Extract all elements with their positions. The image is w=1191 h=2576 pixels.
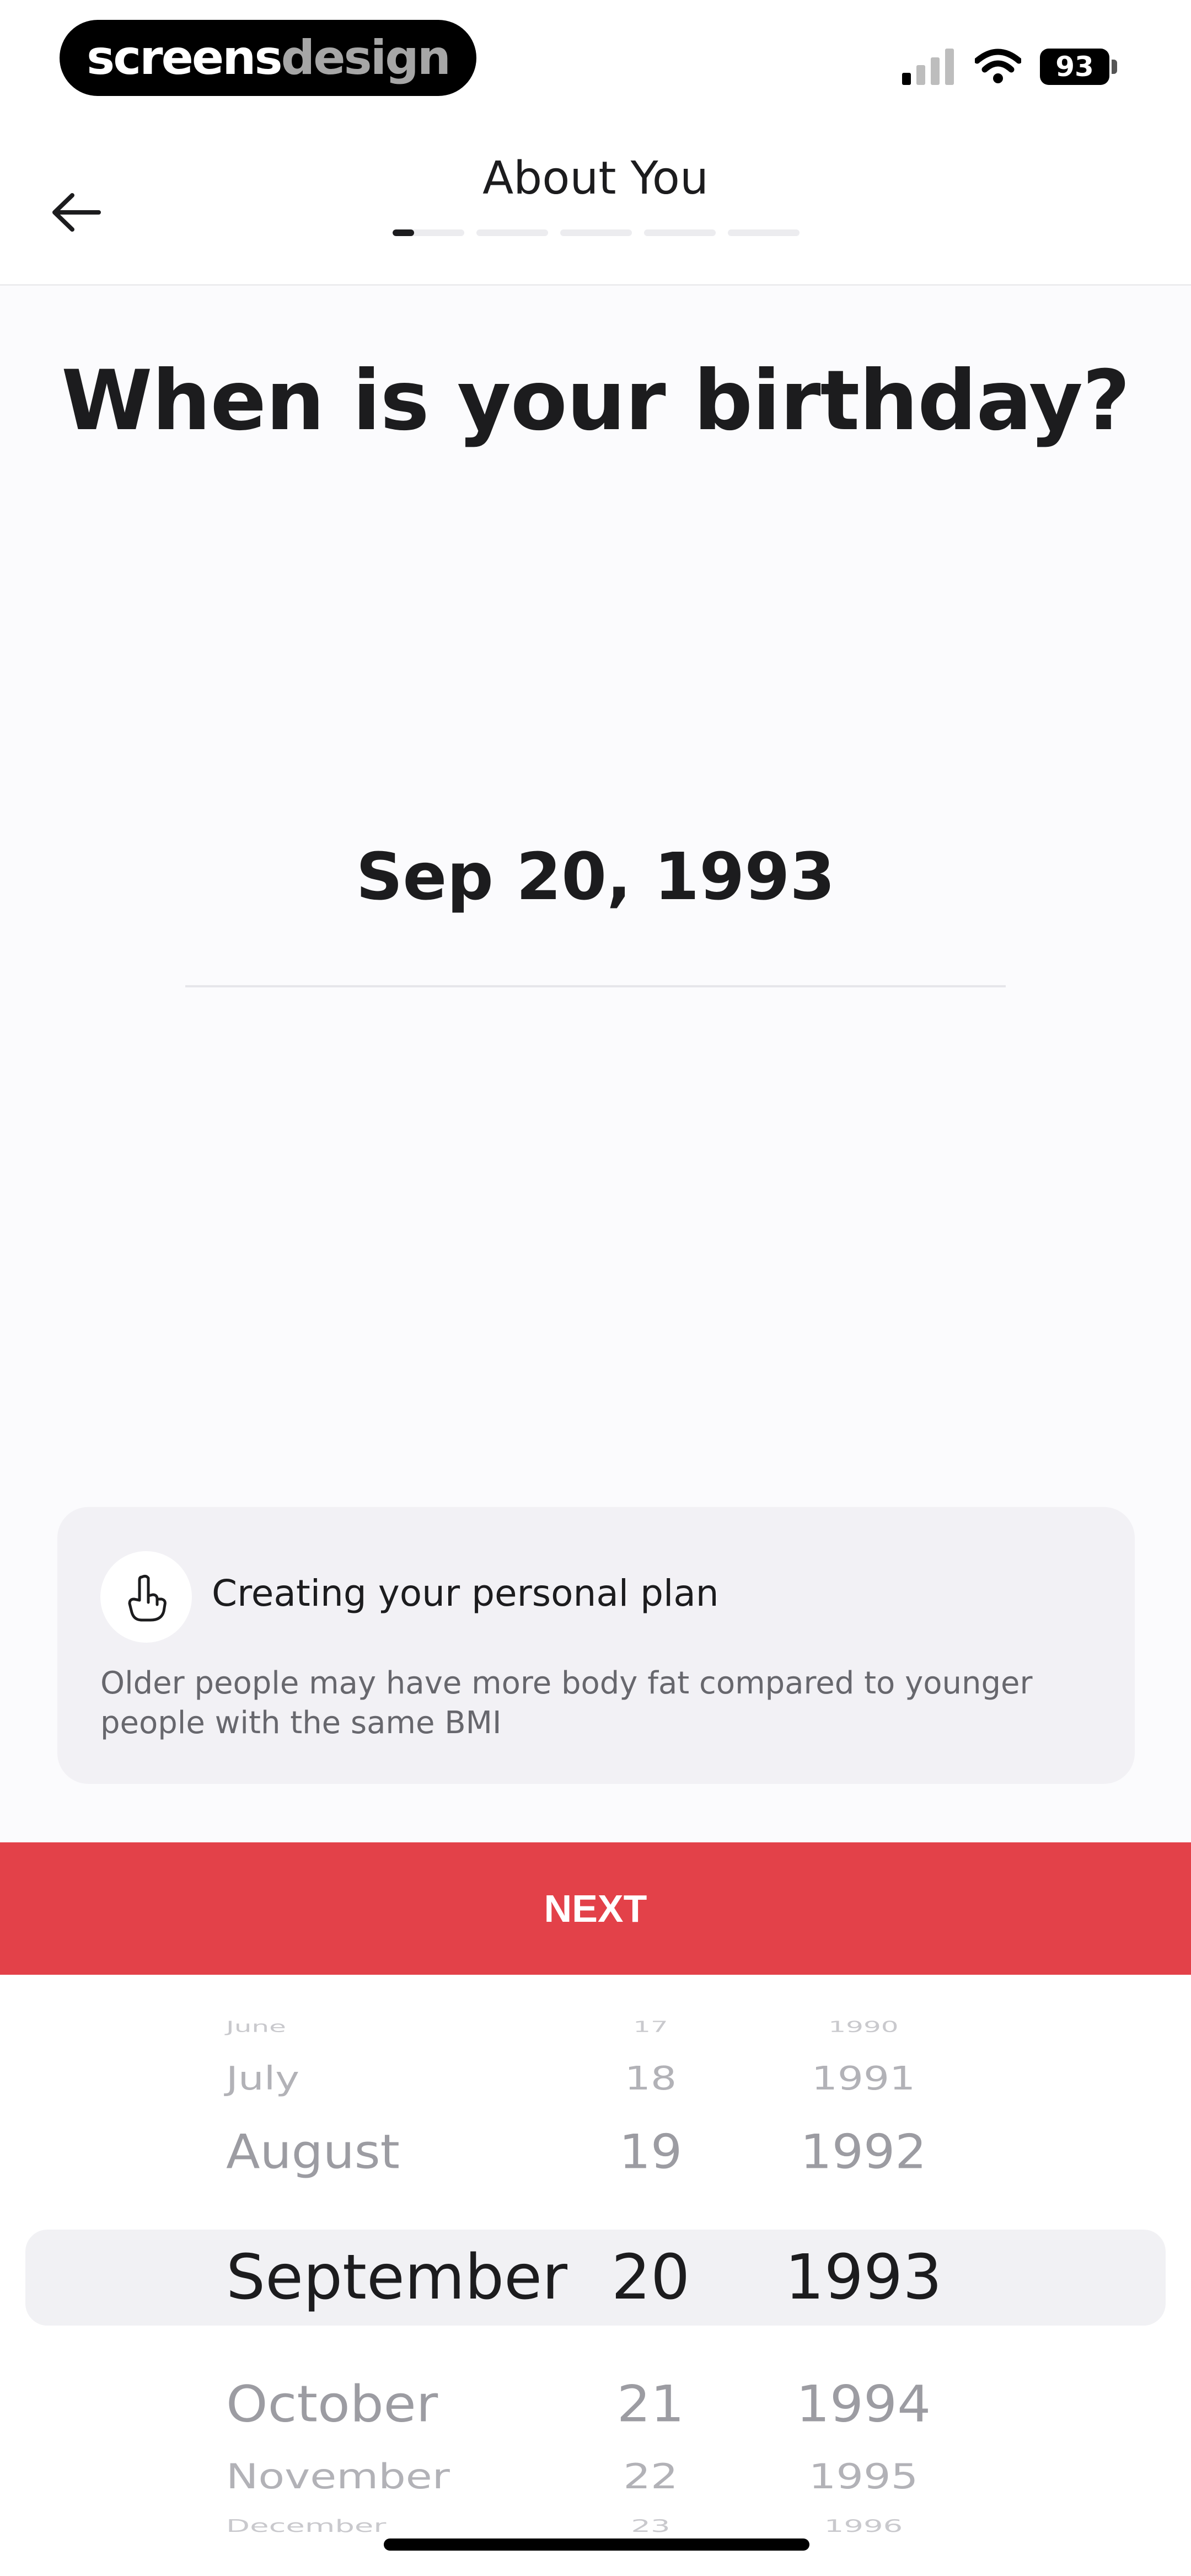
month-wheel-item[interactable]: October (226, 2379, 438, 2429)
year-wheel-item[interactable]: 1994 (698, 2379, 1029, 2429)
progress-segment (728, 229, 800, 236)
month-wheel-item[interactable]: August (226, 2129, 400, 2176)
month-wheel-item[interactable]: July (226, 2062, 299, 2094)
year-wheel-item[interactable]: 1996 (698, 2518, 1029, 2535)
status-bar: screens design 93 (0, 0, 1191, 110)
step-progress (393, 229, 800, 237)
month-wheel-item[interactable]: June (226, 2019, 286, 2034)
brand-logo: screens design (60, 20, 476, 96)
year-wheel-item[interactable]: 1995 (698, 2460, 1029, 2494)
date-underline (185, 985, 1006, 987)
progress-segment (560, 229, 632, 236)
tip-title: Creating your personal plan (212, 1572, 719, 1615)
tip-icon-circle (100, 1551, 192, 1643)
pointing-hand-icon (128, 1574, 167, 1622)
cellular-signal-icon (902, 49, 954, 85)
brand-text-primary: screens (87, 30, 283, 85)
year-wheel-item[interactable]: 1990 (698, 2019, 1029, 2034)
date-picker[interactable]: June July August September October November De… (0, 1975, 1191, 2576)
progress-segment (644, 229, 716, 236)
brand-text-secondary: design (281, 30, 451, 85)
tip-body: Older people may have more body fat comp… (100, 1665, 1033, 1741)
birthday-screen: screens design 93 About You When is your … (0, 0, 1191, 2576)
page-title: About You (482, 152, 709, 205)
year-wheel-item[interactable]: 1993 (698, 2247, 1029, 2308)
progress-segment (476, 229, 548, 236)
progress-fill (393, 229, 414, 236)
month-wheel-item[interactable]: November (226, 2460, 450, 2494)
wifi-icon (975, 49, 1021, 83)
home-indicator (384, 2538, 809, 2551)
next-button[interactable]: NEXT (0, 1842, 1191, 1975)
tip-card: Creating your personal plan Older people… (57, 1507, 1135, 1784)
battery-indicator: 93 (1040, 49, 1109, 85)
progress-segment (393, 229, 464, 236)
year-wheel-item[interactable]: 1992 (698, 2129, 1029, 2176)
battery-level: 93 (1055, 51, 1094, 83)
month-wheel-item[interactable]: December (226, 2518, 386, 2535)
question-heading: When is your birthday? (61, 353, 1130, 449)
selected-date[interactable]: Sep 20, 1993 (0, 838, 1191, 915)
year-wheel-item[interactable]: 1991 (698, 2062, 1029, 2094)
battery-tip (1112, 60, 1117, 74)
nav-header: About You (0, 110, 1191, 286)
